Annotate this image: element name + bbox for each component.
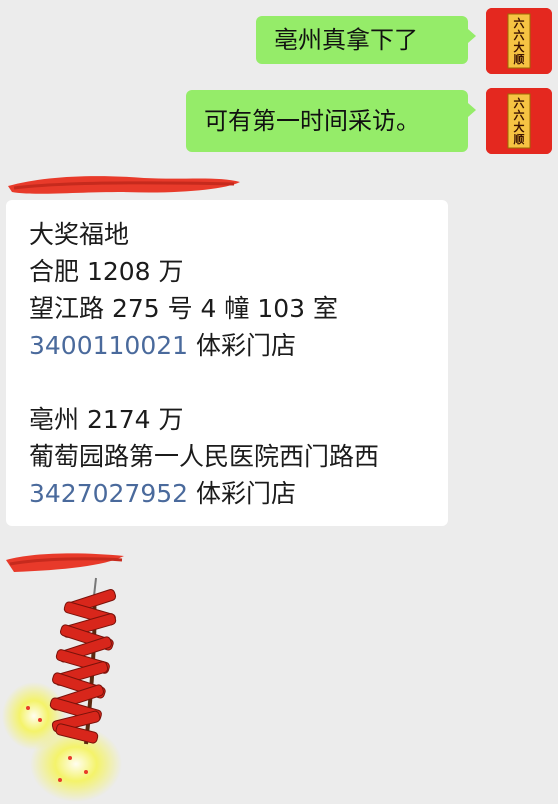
- avatar-char: 六: [514, 28, 525, 42]
- card-line-text: 体彩门店: [188, 331, 297, 360]
- avatar-char: 六: [514, 16, 525, 30]
- card-line: 合肥 1208 万: [29, 257, 184, 286]
- message-text: 亳州真拿下了: [274, 26, 418, 54]
- avatar-char: 六: [514, 108, 525, 122]
- card-line: 3400110021 体彩门店: [29, 327, 448, 364]
- phone-number-link[interactable]: 3400110021: [29, 331, 188, 360]
- liuliu-dashun-avatar-icon: 六 六 大 顺: [486, 8, 552, 74]
- firecracker-string: [49, 589, 117, 745]
- avatar-char: 顺: [514, 132, 525, 146]
- message-text: 可有第一时间采访。: [204, 107, 420, 135]
- card-line: 葡萄园路第一人民医院西门路西: [29, 442, 380, 471]
- card-line: 亳州 2174 万: [29, 405, 184, 434]
- avatar-char: 六: [514, 96, 525, 110]
- phone-number-link[interactable]: 3427027952: [29, 479, 188, 508]
- incoming-message-card[interactable]: 大奖福地 合肥 1208 万 望江路 275 号 4 幢 103 室 34001…: [6, 200, 448, 526]
- card-line: 3427027952 体彩门店: [29, 475, 448, 512]
- outgoing-message-bubble[interactable]: 亳州真拿下了: [256, 16, 476, 64]
- avatar-char: 大: [514, 40, 525, 54]
- user-avatar[interactable]: 六 六 大 顺: [486, 88, 552, 154]
- outgoing-message-bubble[interactable]: 可有第一时间采访。: [186, 90, 476, 152]
- card-line: 大奖福地: [29, 220, 130, 249]
- avatar-char: 顺: [514, 52, 525, 66]
- card-line-text: 体彩门店: [188, 479, 297, 508]
- user-avatar[interactable]: 六 六 大 顺: [486, 8, 552, 74]
- card-line: 望江路 275 号 4 幢 103 室: [29, 294, 339, 323]
- liuliu-dashun-avatar-icon: 六 六 大 顺: [486, 88, 552, 154]
- avatar-char: 大: [514, 120, 525, 134]
- redacted-sender-name: [8, 176, 240, 194]
- firecracker-sticker-icon[interactable]: [0, 568, 140, 804]
